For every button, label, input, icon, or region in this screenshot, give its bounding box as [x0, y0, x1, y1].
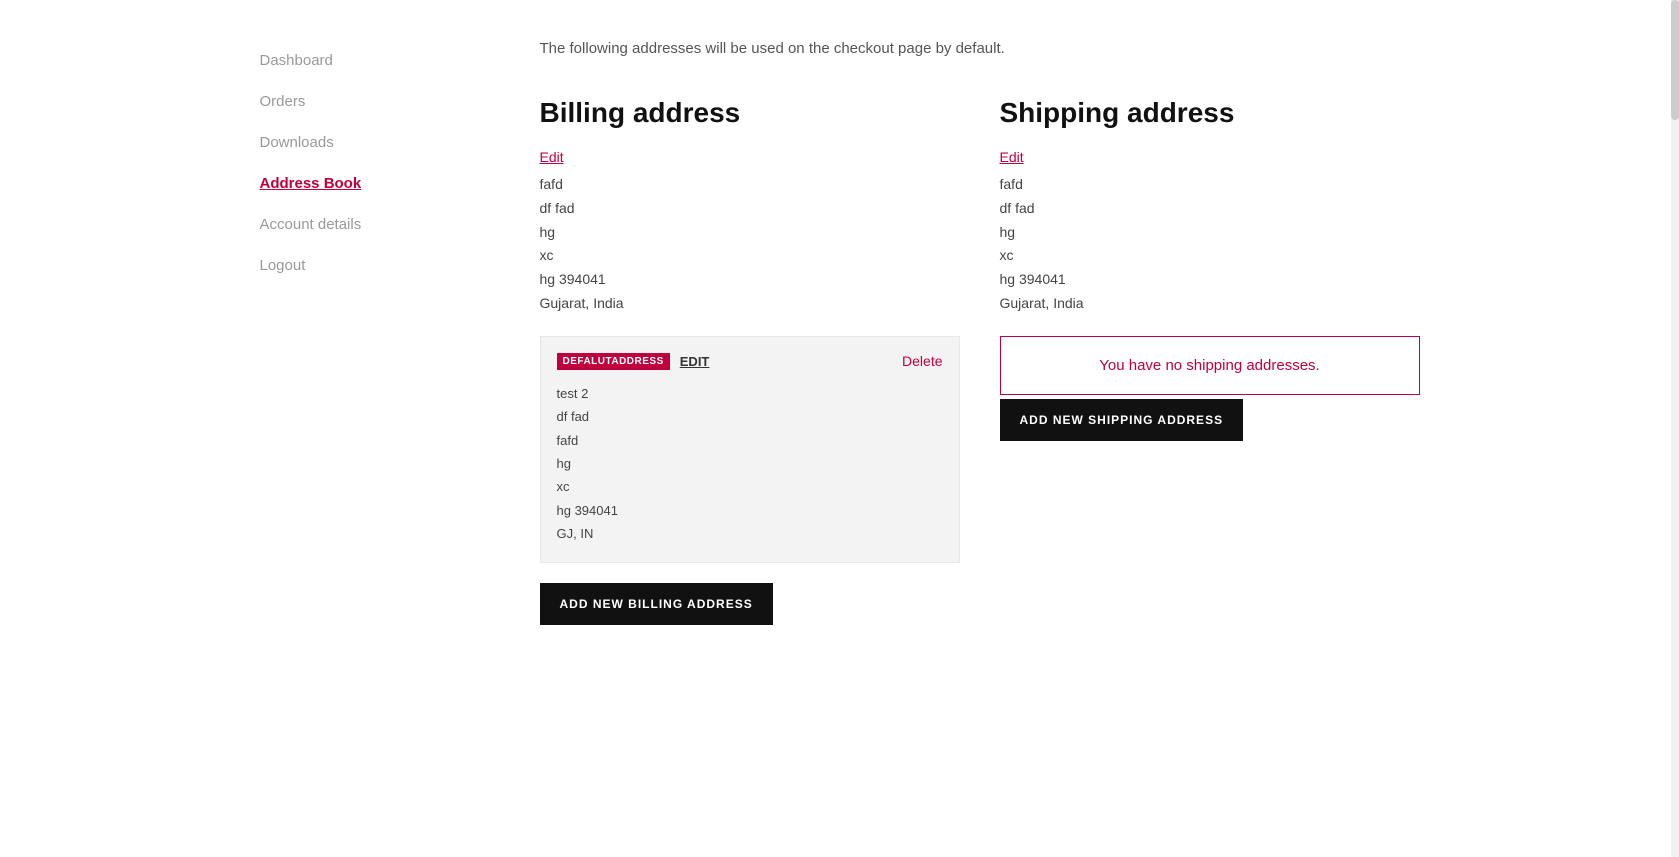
scrollbar-thumb[interactable] — [1671, 0, 1679, 120]
billing-default-address: fafd df fad hg xc hg 394041 Gujarat, Ind… — [540, 173, 960, 316]
card-line-4: hg — [557, 452, 943, 475]
shipping-line-3: hg — [1000, 221, 1420, 245]
card-line-7: GJ, IN — [557, 522, 943, 545]
shipping-edit-link[interactable]: Edit — [1000, 149, 1024, 165]
add-billing-address-button[interactable]: ADD NEW BILLING ADDRESS — [540, 583, 773, 625]
shipping-address-section: Shipping address Edit fafd df fad hg xc … — [1000, 97, 1420, 625]
card-edit-button[interactable]: EDIT — [680, 354, 710, 369]
card-line-6: hg 394041 — [557, 499, 943, 522]
shipping-default-address: fafd df fad hg xc hg 394041 Gujarat, Ind… — [1000, 173, 1420, 316]
billing-line-3: hg — [540, 221, 960, 245]
billing-line-2: df fad — [540, 197, 960, 221]
sidebar-item-address-book[interactable]: Address Book — [260, 163, 480, 204]
default-badge: DEFALUTADDRESS — [557, 353, 670, 370]
shipping-address-title: Shipping address — [1000, 97, 1420, 129]
sidebar-item-dashboard[interactable]: Dashboard — [260, 40, 480, 81]
shipping-line-2: df fad — [1000, 197, 1420, 221]
card-delete-link[interactable]: Delete — [902, 353, 942, 369]
sidebar-item-downloads[interactable]: Downloads — [260, 122, 480, 163]
intro-text: The following addresses will be used on … — [540, 40, 1420, 57]
add-shipping-address-button[interactable]: ADD NEW SHIPPING ADDRESS — [1000, 399, 1244, 441]
card-line-1: test 2 — [557, 382, 943, 405]
scrollbar-track — [1671, 0, 1679, 857]
address-columns: Billing address Edit fafd df fad hg xc h… — [540, 97, 1420, 625]
card-line-5: xc — [557, 475, 943, 498]
shipping-line-6: Gujarat, India — [1000, 292, 1420, 316]
billing-address-card: DEFALUTADDRESS EDIT Delete test 2 df fad… — [540, 336, 960, 563]
shipping-line-1: fafd — [1000, 173, 1420, 197]
billing-address-section: Billing address Edit fafd df fad hg xc h… — [540, 97, 960, 625]
no-shipping-text: You have no shipping addresses. — [1021, 357, 1399, 374]
no-shipping-box: You have no shipping addresses. — [1000, 336, 1420, 395]
billing-edit-link[interactable]: Edit — [540, 149, 564, 165]
sidebar-item-logout[interactable]: Logout — [260, 245, 480, 286]
sidebar-item-orders[interactable]: Orders — [260, 81, 480, 122]
billing-line-1: fafd — [540, 173, 960, 197]
main-content: The following addresses will be used on … — [540, 40, 1420, 625]
sidebar-item-account-details[interactable]: Account details — [260, 204, 480, 245]
address-card-actions: DEFALUTADDRESS EDIT — [557, 353, 710, 370]
sidebar: Dashboard Orders Downloads Address Book … — [260, 40, 480, 625]
billing-address-title: Billing address — [540, 97, 960, 129]
address-card-header: DEFALUTADDRESS EDIT Delete — [557, 353, 943, 370]
card-line-2: df fad — [557, 405, 943, 428]
billing-line-4: xc — [540, 244, 960, 268]
card-line-3: fafd — [557, 429, 943, 452]
sidebar-nav: Dashboard Orders Downloads Address Book … — [260, 40, 480, 286]
shipping-line-5: hg 394041 — [1000, 268, 1420, 292]
billing-line-5: hg 394041 — [540, 268, 960, 292]
billing-line-6: Gujarat, India — [540, 292, 960, 316]
shipping-line-4: xc — [1000, 244, 1420, 268]
